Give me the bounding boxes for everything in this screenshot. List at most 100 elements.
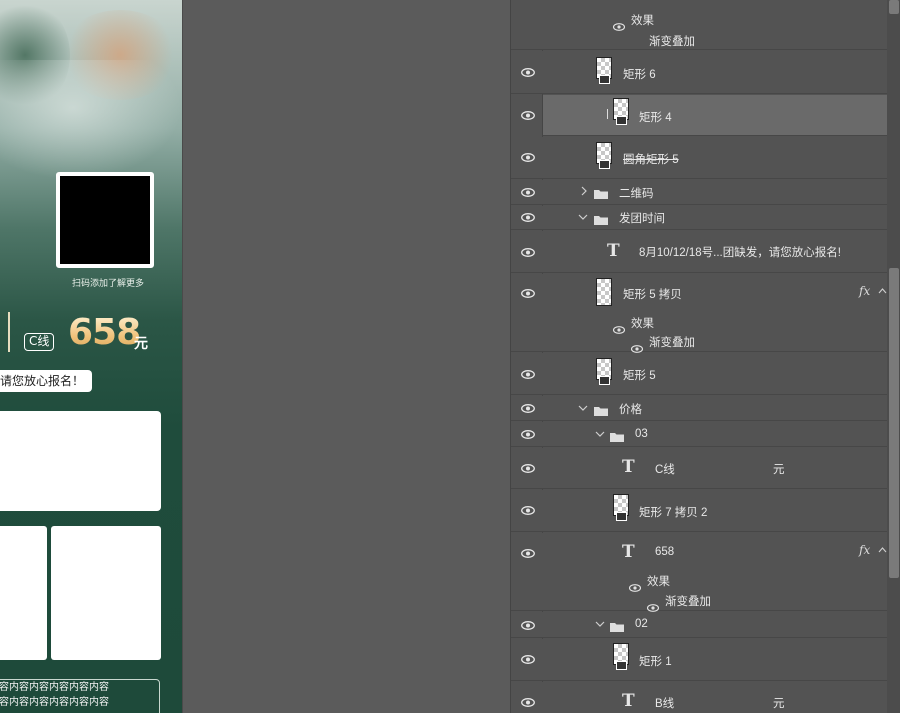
layer-name[interactable]: 矩形 5 拷贝 (623, 286, 682, 302)
eye-icon[interactable] (521, 370, 535, 379)
scrollbar-stub[interactable] (889, 0, 899, 14)
text-layer-icon: T (622, 542, 635, 562)
effects-label: 效果 (647, 576, 670, 588)
eye-icon[interactable] (521, 248, 535, 257)
layer-name[interactable]: 圆角矩形 5 (623, 151, 679, 167)
background-blur (0, 60, 182, 180)
layer-name[interactable]: 8月10/12/18号...团缺发，请您放心报名! (639, 244, 841, 260)
layer-row[interactable]: 矩形 5 拷贝 fx 效果 渐变叠加 (511, 274, 887, 353)
content-text-line: 容内容内容内容内容内容 (0, 682, 109, 693)
white-card (0, 411, 161, 511)
chevron-up-icon[interactable] (878, 287, 887, 297)
eye-icon[interactable] (521, 430, 535, 439)
effects-label: 效果 (631, 15, 654, 27)
eye-icon[interactable] (521, 68, 535, 77)
document-canvas[interactable]: 扫码添加了解更多 C线 658 元 请您放心报名！ 容内容内容内容内容内容 容内… (0, 0, 182, 713)
layer-name[interactable]: 02 (635, 618, 648, 630)
eye-icon[interactable] (521, 153, 535, 162)
folder-icon (593, 402, 609, 416)
layer-row[interactable]: T C线 元 (511, 448, 887, 489)
layer-thumbnail (596, 358, 612, 385)
eye-icon[interactable] (612, 319, 626, 334)
layer-effects-row[interactable]: 效果 渐变叠加 (511, 0, 887, 50)
layer-row[interactable]: T 8月10/12/18号...团缺发，请您放心报名! (511, 231, 887, 273)
layer-name[interactable]: B线 (655, 695, 674, 711)
eye-icon[interactable] (628, 577, 642, 592)
layer-name[interactable]: 二维码 (619, 185, 654, 201)
eye-icon[interactable] (521, 111, 535, 120)
eye-icon[interactable] (521, 404, 535, 413)
layer-group-row[interactable]: 发团时间 (511, 206, 887, 230)
scrollbar-thumb[interactable] (889, 268, 899, 578)
layer-name[interactable]: 价格 (619, 401, 642, 417)
eye-icon[interactable] (521, 549, 535, 558)
layer-group-row[interactable]: 价格 (511, 396, 887, 421)
eye-icon[interactable] (521, 655, 535, 664)
layer-name[interactable]: 矩形 1 (639, 653, 672, 669)
white-card (0, 526, 47, 660)
folder-icon (609, 428, 625, 442)
eye-icon[interactable] (612, 16, 626, 31)
layer-thumbnail (596, 57, 612, 84)
layer-name[interactable]: C线 (655, 461, 675, 477)
eye-icon[interactable] (521, 289, 535, 298)
gradient-overlay-label: 渐变叠加 (649, 337, 695, 349)
layer-group-row[interactable]: 二维码 (511, 180, 887, 205)
layers-scrollbar[interactable] (887, 0, 900, 713)
chevron-down-icon[interactable] (595, 429, 605, 439)
layer-row[interactable]: 矩形 5 (511, 353, 887, 395)
gradient-overlay-label: 渐变叠加 (649, 36, 695, 48)
layer-row[interactable]: T B线 元 (511, 682, 887, 713)
layer-row[interactable]: 矩形 7 拷贝 2 (511, 490, 887, 532)
layer-row[interactable]: T 658 fx 效果 渐变叠加 (511, 533, 887, 612)
canvas-edge (182, 0, 183, 713)
eye-icon[interactable] (521, 621, 535, 630)
layers-panel: 效果 渐变叠加 矩形 6 矩形 4 圆角矩形 5 二维码 发团时间 T 8月10… (510, 0, 900, 713)
layer-thumbnail (613, 643, 629, 670)
layer-thumbnail (613, 494, 629, 521)
layer-name[interactable]: 发团时间 (619, 210, 665, 226)
layer-name[interactable]: 矩形 5 (623, 367, 656, 383)
layer-row[interactable]: 矩形 1 (511, 639, 887, 681)
chevron-down-icon[interactable] (595, 619, 605, 629)
layer-name[interactable]: 矩形 4 (639, 109, 672, 125)
eye-icon[interactable] (646, 597, 660, 612)
chevron-down-icon[interactable] (578, 212, 588, 222)
price-line-tag: C线 (24, 333, 55, 351)
layer-name[interactable]: 矩形 7 拷贝 2 (639, 504, 707, 520)
price-value: 658 (68, 312, 141, 353)
layer-row[interactable]: 圆角矩形 5 (511, 137, 887, 179)
photoshop-workspace: 扫码添加了解更多 C线 658 元 请您放心报名！ 容内容内容内容内容内容 容内… (0, 0, 900, 713)
folder-icon (609, 618, 625, 632)
eye-icon[interactable] (630, 338, 644, 353)
layer-row[interactable]: 矩形 6 (511, 51, 887, 94)
layer-name-unit: 元 (773, 698, 785, 710)
layer-group-row[interactable]: 03 (511, 422, 887, 447)
eye-icon[interactable] (521, 506, 535, 515)
eye-icon[interactable] (521, 698, 535, 707)
white-card (51, 526, 161, 660)
layer-name[interactable]: 658 (655, 546, 674, 558)
gradient-overlay-label: 渐变叠加 (665, 596, 711, 608)
notice-pill: 请您放心报名！ (0, 370, 93, 392)
layer-name[interactable]: 矩形 6 (623, 66, 656, 82)
eye-icon[interactable] (521, 188, 535, 197)
layer-name[interactable]: 03 (635, 428, 648, 440)
layer-thumbnail (596, 142, 612, 169)
eye-icon[interactable] (521, 464, 535, 473)
chevron-right-icon[interactable] (579, 186, 589, 196)
layer-effects-fx-icon[interactable]: fx (859, 543, 870, 557)
price-divider (8, 312, 10, 352)
chevron-down-icon[interactable] (578, 403, 588, 413)
layer-effects-fx-icon[interactable]: fx (859, 284, 870, 298)
layer-row-selected[interactable]: 矩形 4 (543, 95, 887, 136)
layer-name-unit: 元 (773, 464, 785, 476)
price-unit: 元 (134, 336, 148, 352)
chevron-up-icon[interactable] (878, 546, 887, 556)
content-text-box: 容内容内容内容内容内容 容内容内容内容内容内容 (0, 679, 160, 713)
text-layer-icon: T (622, 691, 635, 711)
folder-icon (593, 185, 609, 199)
layer-group-row[interactable]: 02 (511, 612, 887, 638)
content-text-line: 容内容内容内容内容内容 (0, 697, 109, 708)
eye-icon[interactable] (521, 213, 535, 222)
